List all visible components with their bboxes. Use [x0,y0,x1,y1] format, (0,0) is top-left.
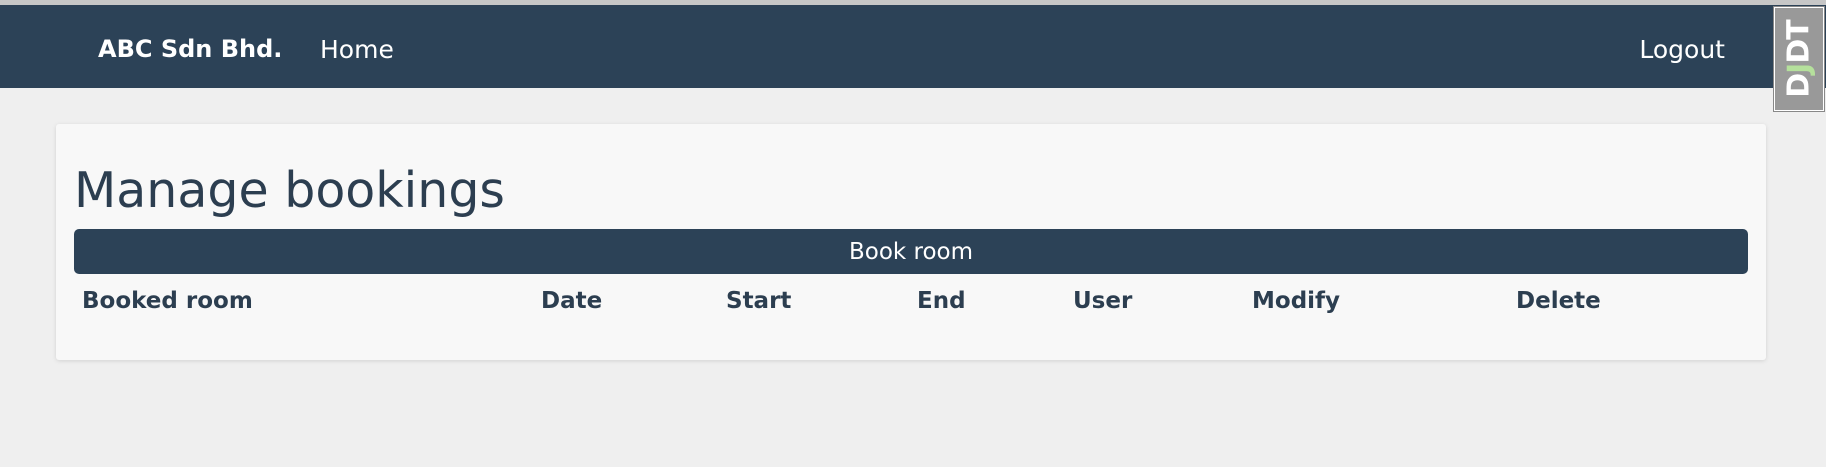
page-title: Manage bookings [74,162,505,219]
column-header-end: End [917,288,966,314]
column-header-user: User [1073,288,1133,314]
djdt-logo-j: J [1781,63,1817,74]
nav-home-link[interactable]: Home [320,35,394,64]
djdt-logo: DJDT [1782,20,1817,97]
column-header-modify: Modify [1252,288,1341,314]
column-header-booked-room: Booked room [82,288,253,314]
book-room-button[interactable]: Book room [74,229,1748,274]
django-debug-toolbar-handle[interactable]: DJDT [1774,7,1824,111]
bookings-card: Manage bookings Book room Booked room Da… [56,124,1766,360]
column-header-start: Start [726,288,792,314]
djdt-logo-d: D [1781,73,1817,98]
djdt-logo-dt: DT [1781,20,1817,64]
brand-link[interactable]: ABC Sdn Bhd. [98,35,282,63]
nav-logout-link[interactable]: Logout [1639,35,1725,64]
column-header-delete: Delete [1516,288,1601,314]
top-navbar: ABC Sdn Bhd. Home Logout [0,5,1826,88]
column-header-date: Date [541,288,603,314]
